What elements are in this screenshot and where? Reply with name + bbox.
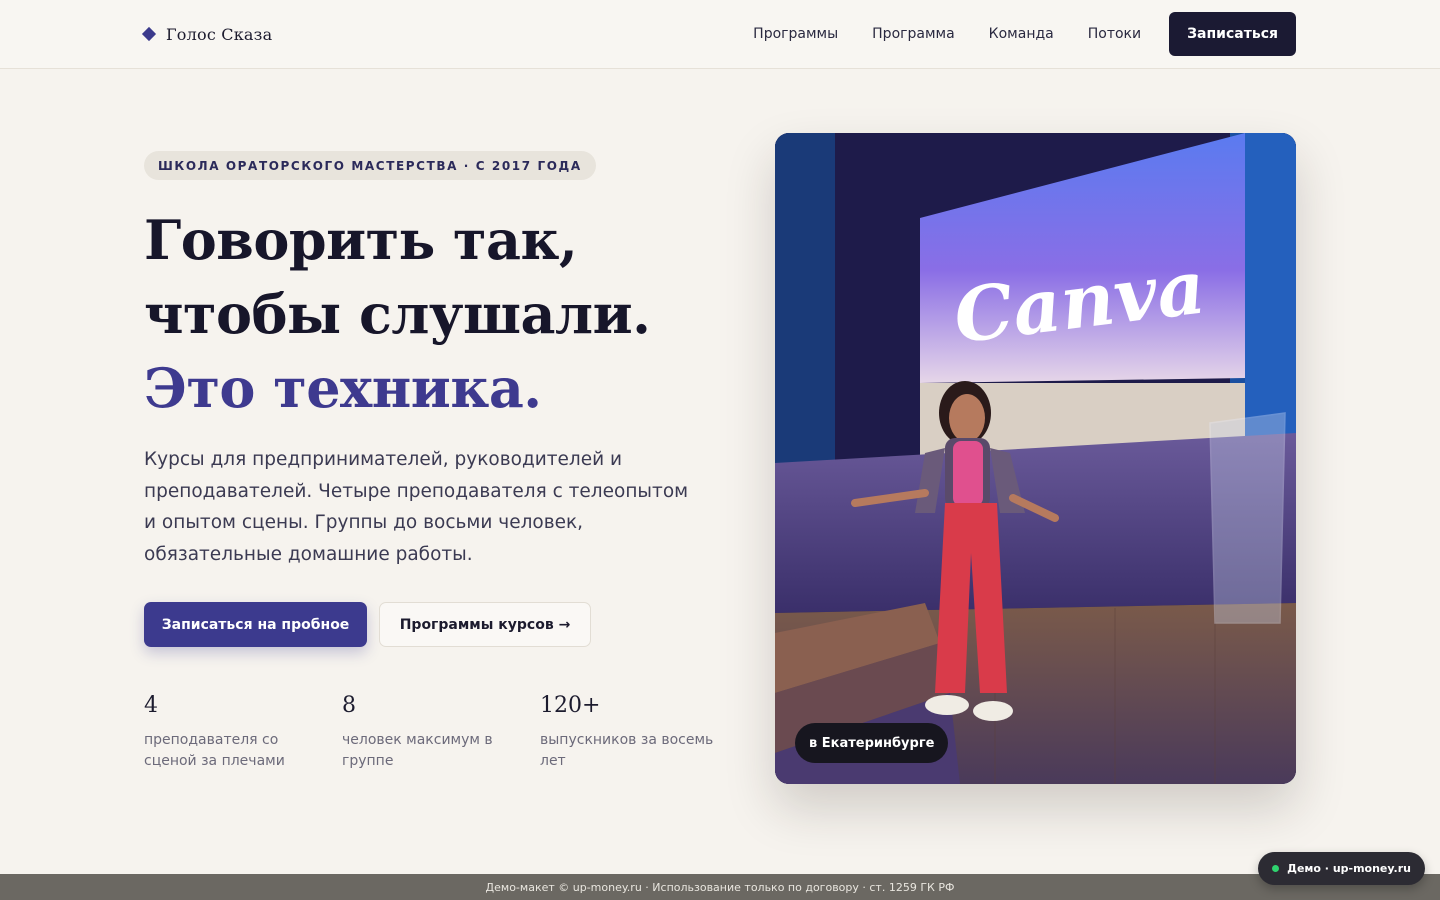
- diamond-icon: [141, 26, 157, 42]
- legal-notice: Демо-макет © up-money.ru · Использование…: [485, 880, 955, 894]
- status-dot-icon: [1272, 865, 1280, 872]
- stat-label: преподавателя со сценой за плечами: [144, 732, 285, 769]
- nav-link-team[interactable]: Команда: [989, 26, 1054, 42]
- nav-link-program[interactable]: Программа: [872, 26, 955, 42]
- brand-logo[interactable]: Голос Сказа: [141, 22, 273, 46]
- hero-photo: Canva в Екатеринбурге: [775, 133, 1296, 784]
- hero-headline: Говорить так, чтобы слушали. Это техника…: [144, 203, 744, 425]
- headline-line-1: Говорить так,: [144, 208, 578, 272]
- stat-value: 8: [342, 693, 356, 718]
- stat-label: выпускников за восемь лет: [540, 732, 714, 769]
- stage-illustration: Canva: [775, 133, 1296, 784]
- nav-link-programs[interactable]: Программы: [753, 26, 838, 42]
- signup-button[interactable]: Записаться: [1169, 12, 1296, 56]
- location-tag: в Екатеринбурге: [795, 723, 949, 763]
- course-programs-button[interactable]: Программы курсов →: [379, 602, 591, 647]
- brand-name: Голос Сказа: [166, 24, 273, 44]
- stat-graduates: 120+ выпускников за восемь лет: [540, 690, 725, 772]
- stat-label: человек максимум в группе: [342, 732, 493, 769]
- trial-signup-button[interactable]: Записаться на пробное: [144, 602, 367, 647]
- main-nav: Программы Программа Команда Потоки Запис…: [753, 12, 1296, 56]
- school-badge: ШКОЛА ОРАТОРСКОГО МАСТЕРСТВА · С 2017 ГО…: [144, 151, 596, 180]
- headline-accent: Это техника.: [144, 356, 542, 420]
- nav-link-streams[interactable]: Потоки: [1088, 26, 1141, 42]
- hero-lead-text: Курсы для предпринимателей, руководителе…: [144, 449, 689, 565]
- headline-line-2: чтобы слушали.: [144, 282, 651, 346]
- stat-teachers: 4 преподавателя со сценой за плечами: [144, 690, 329, 772]
- demo-label: Демо · up-money.ru: [1287, 862, 1411, 875]
- stat-value: 4: [144, 693, 158, 718]
- demo-badge[interactable]: Демо · up-money.ru: [1258, 852, 1425, 885]
- legal-footer: Демо-макет © up-money.ru · Использование…: [0, 874, 1440, 900]
- stat-group-size: 8 человек максимум в группе: [342, 690, 527, 772]
- stat-value: 120+: [540, 693, 601, 718]
- site-header: Голос Сказа Программы Программа Команда …: [0, 0, 1440, 69]
